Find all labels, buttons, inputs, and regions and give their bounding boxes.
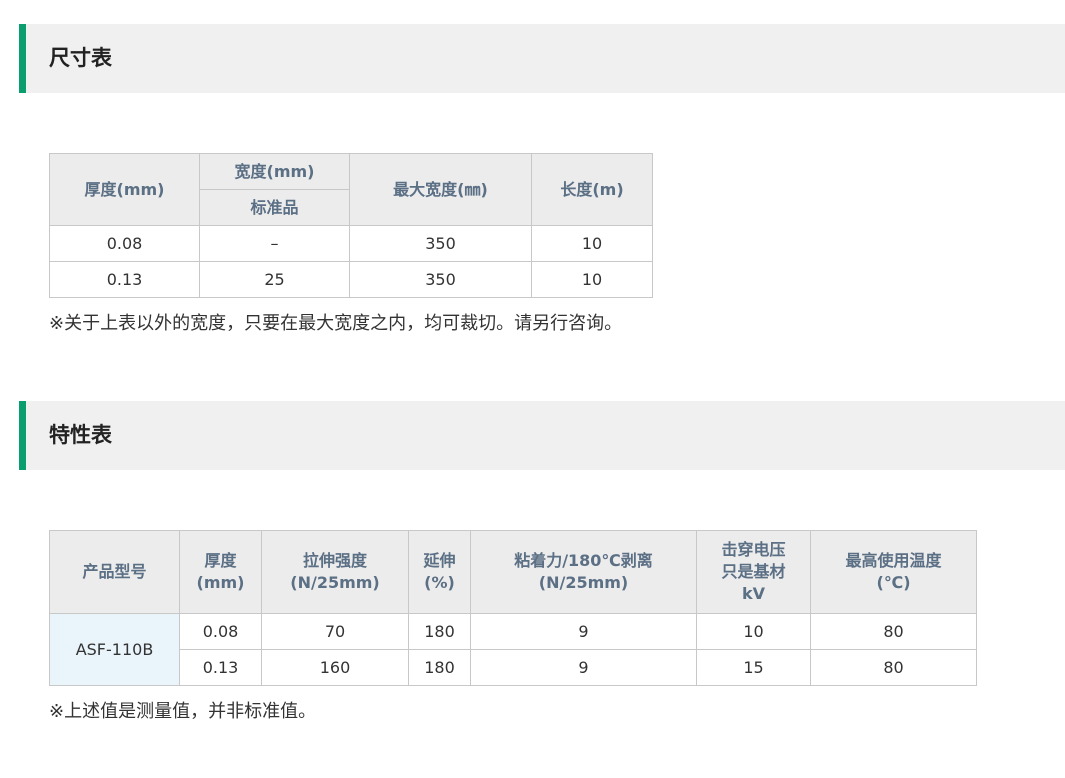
section-header-size: 尺寸表 [19,24,1065,93]
cell-max-temperature: 80 [810,613,977,650]
col-header-peel-adhesion: 粘着力/180℃剥离 (N/25mm) [470,530,697,614]
cell-peel-adhesion: 9 [470,613,697,650]
col-header-thickness: 厚度(mm) [49,153,200,226]
cell-thickness: 0.08 [179,613,262,650]
cell-max-temperature: 80 [810,649,977,686]
cell-tensile-strength: 160 [261,649,409,686]
size-note: ※关于上表以外的宽度，只要在最大宽度之内，均可裁切。请另行咨询。 [49,313,623,334]
cell-tensile-strength: 70 [261,613,409,650]
cell-breakdown-voltage: 15 [696,649,811,686]
cell-thickness: 0.08 [49,225,200,262]
col-header-breakdown-voltage: 击穿电压 只是基材 kV [696,530,811,614]
table-row: 0.13 160 180 9 15 80 [50,649,977,686]
col-header-max-width: 最大宽度(㎜) [349,153,532,226]
col-header-width-standard: 标准品 [199,189,350,226]
cell-breakdown-voltage: 10 [696,613,811,650]
col-header-width: 宽度(mm) [199,153,350,190]
col-header-length: 长度(m) [531,153,653,226]
section-header-properties: 特性表 [19,401,1065,470]
cell-elongation: 180 [408,613,471,650]
col-header-thickness: 厚度(mm) [179,530,262,614]
cell-width: – [199,225,350,262]
size-table: 厚度(mm) 宽度(mm) 最大宽度(㎜) 长度(m) 标准品 0.08 – 3… [49,153,653,298]
cell-width: 25 [199,261,350,298]
col-header-max-temperature: 最高使用温度 (℃) [810,530,977,614]
section-title-properties: 特性表 [49,423,112,447]
col-header-elongation: 延伸 (%) [408,530,471,614]
cell-max-width: 350 [349,225,532,262]
properties-table: 产品型号 厚度 (mm) 拉伸强度 (N/25mm) 延伸 (%) 粘着力/180℃剥… [49,530,977,686]
cell-thickness: 0.13 [49,261,200,298]
col-header-tensile-strength: 拉伸强度 (N/25mm) [261,530,409,614]
cell-thickness: 0.13 [179,649,262,686]
cell-length: 10 [531,261,653,298]
table-row: ASF-110B 0.08 70 180 9 10 80 [49,613,977,686]
cell-elongation: 180 [408,649,471,686]
cell-peel-adhesion: 9 [470,649,697,686]
cell-model: ASF-110B [49,613,180,686]
properties-note: ※上述值是测量值，并非标准值。 [49,701,317,722]
cell-length: 10 [531,225,653,262]
table-row: 0.13 25 350 10 [49,261,653,298]
cell-max-width: 350 [349,261,532,298]
col-header-model: 产品型号 [49,530,180,614]
section-title-size: 尺寸表 [49,46,112,70]
table-row: 0.08 – 350 10 [49,225,653,262]
